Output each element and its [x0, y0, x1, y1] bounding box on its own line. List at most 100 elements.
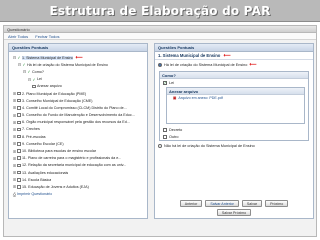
- tree-item-label: 4. Comitê Local do Compromisso (CLCM) Di…: [22, 105, 127, 110]
- previous-button[interactable]: Anterior: [179, 200, 203, 207]
- tree-item-label: 13. Avaliações educacionais: [22, 170, 69, 175]
- tree-item[interactable]: ⊞ 12. Relação da secretaria municipal de …: [12, 162, 145, 169]
- tree-checkbox[interactable]: [17, 163, 21, 168]
- questionnaire-tree-panel: Questões Pontuais ⊟ ✓ 1. Sistema Municip…: [8, 43, 148, 219]
- pointer-arrow-icon: ⟵: [223, 53, 231, 59]
- pointer-arrow-icon: ⟵: [249, 62, 257, 68]
- attach-area: [167, 101, 304, 123]
- checkbox-decreto[interactable]: [163, 127, 167, 132]
- tree-item[interactable]: ⊞ 13. Avaliações educacionais: [12, 169, 145, 176]
- collapse-all-link[interactable]: Fechar Todos: [35, 34, 59, 39]
- checkbox-lei[interactable]: [163, 80, 167, 85]
- tree-panel-title: Questões Pontuais: [9, 44, 147, 52]
- slide-title: Estrutura de Elaboração do PAR: [49, 3, 271, 18]
- tree-item-label: 2. Plano Municipal de Educação (PME): [22, 91, 87, 96]
- detail-panel-title: Questões Pontuais: [155, 44, 313, 52]
- tree-checkbox[interactable]: [32, 84, 36, 89]
- print-questionnaire-link[interactable]: ⎙ Imprimir Questionário: [12, 191, 145, 198]
- tree-item[interactable]: ⊞ 2. Plano Municipal de Educação (PME): [12, 90, 145, 97]
- tree-item-sistema-municipal[interactable]: ⊟ ✓ 1. Sistema Municipal de Ensino ⟵: [12, 54, 145, 61]
- option-lei[interactable]: Lei: [160, 79, 308, 86]
- save-button[interactable]: Salvar: [241, 200, 263, 207]
- tree-checkbox[interactable]: [17, 156, 21, 160]
- tree-item[interactable]: ⊞ 5. Conselho do Fundo de Manutenção e De…: [12, 112, 145, 119]
- tree-item-anexar[interactable]: Anexar arquivo: [12, 83, 145, 90]
- save-previous-button[interactable]: Salvar Anterior: [205, 200, 239, 207]
- tree-item-label: 3. Conselho Municipal de Educação (CME): [22, 98, 93, 103]
- tree-item-label: 12. Relação da secretaria municipal de e…: [22, 163, 127, 168]
- option-label: Lei: [169, 80, 175, 85]
- tree-item-label: Lei: [37, 77, 42, 82]
- tree-item-label: Como?: [32, 69, 44, 74]
- expand-all-link[interactable]: Abrir Todos: [8, 34, 28, 39]
- tree-item-lei[interactable]: ⊟ ✓ Lei: [12, 76, 145, 83]
- tree-checkbox[interactable]: [17, 106, 21, 110]
- option-outro[interactable]: Outro: [160, 133, 308, 140]
- tree-item-label: 15. Educação de Jovens e Adultos (EJA): [22, 184, 89, 189]
- tree-checkbox[interactable]: [17, 120, 21, 125]
- save-next-button[interactable]: Salvar Próximo: [216, 209, 252, 216]
- tree-checkbox[interactable]: [17, 98, 21, 103]
- how-subpanel: Como? Lei Anexar arquivo ▣ Arquivo em an…: [159, 71, 309, 141]
- tree-item[interactable]: ⊞ 6. Órgão municipal responsável pela ges…: [12, 119, 145, 126]
- tree-checkbox[interactable]: [17, 185, 21, 189]
- question-no-option[interactable]: Não há lei de criação do Sistema Municip…: [155, 142, 313, 150]
- tree-item[interactable]: ⊞ 15. Educação de Jovens e Adultos (EJA): [12, 183, 145, 190]
- tree-checkbox[interactable]: [17, 170, 21, 175]
- radio-no[interactable]: [158, 144, 162, 148]
- tree-item-label: 6. Órgão municipal responsável pela gest…: [22, 120, 130, 125]
- app-window: Questionário Abrir Todos Fechar Todos Qu…: [3, 25, 317, 237]
- tree-checkbox[interactable]: [17, 113, 21, 117]
- tree-item[interactable]: ⊞ 14. Escola Básica: [12, 176, 145, 183]
- option-decreto[interactable]: Decreto: [160, 126, 308, 133]
- question-detail-panel: Questões Pontuais 1. Sistema Municipal d…: [154, 43, 314, 219]
- tree-item[interactable]: ⊞ 4. Comitê Local do Compromisso (CLCM) D…: [12, 104, 145, 111]
- question-yes-option[interactable]: Há lei de criação do Sistema Municipal d…: [155, 60, 313, 70]
- question-text: Há lei de criação do Sistema Municipal d…: [164, 63, 248, 67]
- tree-checkbox[interactable]: [17, 142, 21, 146]
- radio-yes[interactable]: [158, 63, 162, 67]
- option-label: Outro: [169, 134, 179, 139]
- tree-item[interactable]: ⊞ 8. Pré-escolas: [12, 133, 145, 140]
- tree-checkbox[interactable]: [17, 91, 21, 96]
- tree-item-label: Há lei de criação do Sistema Municipal d…: [27, 62, 108, 67]
- tree-checkbox[interactable]: [17, 134, 21, 139]
- tree-item-label: 14. Escola Básica: [22, 177, 52, 182]
- check-icon: ✓: [17, 55, 21, 61]
- file-name: Arquivo em anexo: PDE.pdf: [178, 96, 223, 100]
- check-icon: ✓: [32, 76, 36, 82]
- questionnaire-tree: ⊟ ✓ 1. Sistema Municipal de Ensino ⟵ ⊟ ✓…: [9, 52, 147, 198]
- tree-item-como[interactable]: ⊟ ✓ Como?: [12, 68, 145, 75]
- how-title: Como?: [160, 72, 308, 79]
- section-title-text: 1. Sistema Municipal de Ensino: [158, 53, 221, 58]
- tree-item-label: 7. Creches: [22, 127, 40, 132]
- checkbox-outro[interactable]: [163, 134, 167, 139]
- tree-item-label: Anexar arquivo: [37, 84, 62, 89]
- tree-item[interactable]: ⊞ 3. Conselho Municipal de Educação (CME): [12, 97, 145, 104]
- pointer-arrow-icon: ⟵: [75, 54, 83, 61]
- check-icon: ✓: [27, 69, 31, 75]
- no-law-text: Não há lei de criação do Sistema Municip…: [164, 144, 255, 148]
- tree-item-label: 8. Pré-escolas: [22, 134, 46, 139]
- tree-checkbox[interactable]: [17, 127, 21, 132]
- tree-checkbox[interactable]: [17, 149, 21, 153]
- tree-item-lei-criacao[interactable]: ⊟ ✓ Há lei de criação do Sistema Municip…: [12, 61, 145, 68]
- attach-subpanel: Anexar arquivo ▣ Arquivo em anexo: PDE.p…: [166, 87, 305, 124]
- tree-toolbar: Abrir Todos Fechar Todos: [4, 33, 316, 40]
- slide-title-band: Estrutura de Elaboração do PAR: [0, 0, 320, 22]
- tree-item-label: 9. Conselho Escolar (CE): [22, 141, 64, 146]
- app-header: Questionário: [4, 26, 316, 33]
- pdf-icon: ▣: [173, 96, 177, 100]
- tree-item[interactable]: ⊞ 7. Creches: [12, 126, 145, 133]
- tree-item[interactable]: ⊞ 11. Plano de carreira para o magistério…: [12, 155, 145, 162]
- print-link-label: Imprimir Questionário: [17, 192, 53, 197]
- tree-item-label: 10. Biblioteca para escolas de ensino es…: [22, 149, 97, 154]
- tree-item-label: 5. Conselho do Fundo de Manutenção e Des…: [22, 113, 135, 118]
- check-icon: ✓: [22, 62, 26, 68]
- next-button[interactable]: Próximo: [265, 200, 289, 207]
- tree-item[interactable]: ⊞ 10. Biblioteca para escolas de ensino e…: [12, 147, 145, 154]
- tree-item[interactable]: ⊞ 9. Conselho Escolar (CE): [12, 140, 145, 147]
- nav-buttons: Anterior Salvar Anterior Salvar Próximo: [155, 200, 313, 207]
- tree-checkbox[interactable]: [17, 178, 21, 182]
- tree-item-label: 1. Sistema Municipal de Ensino: [22, 55, 74, 60]
